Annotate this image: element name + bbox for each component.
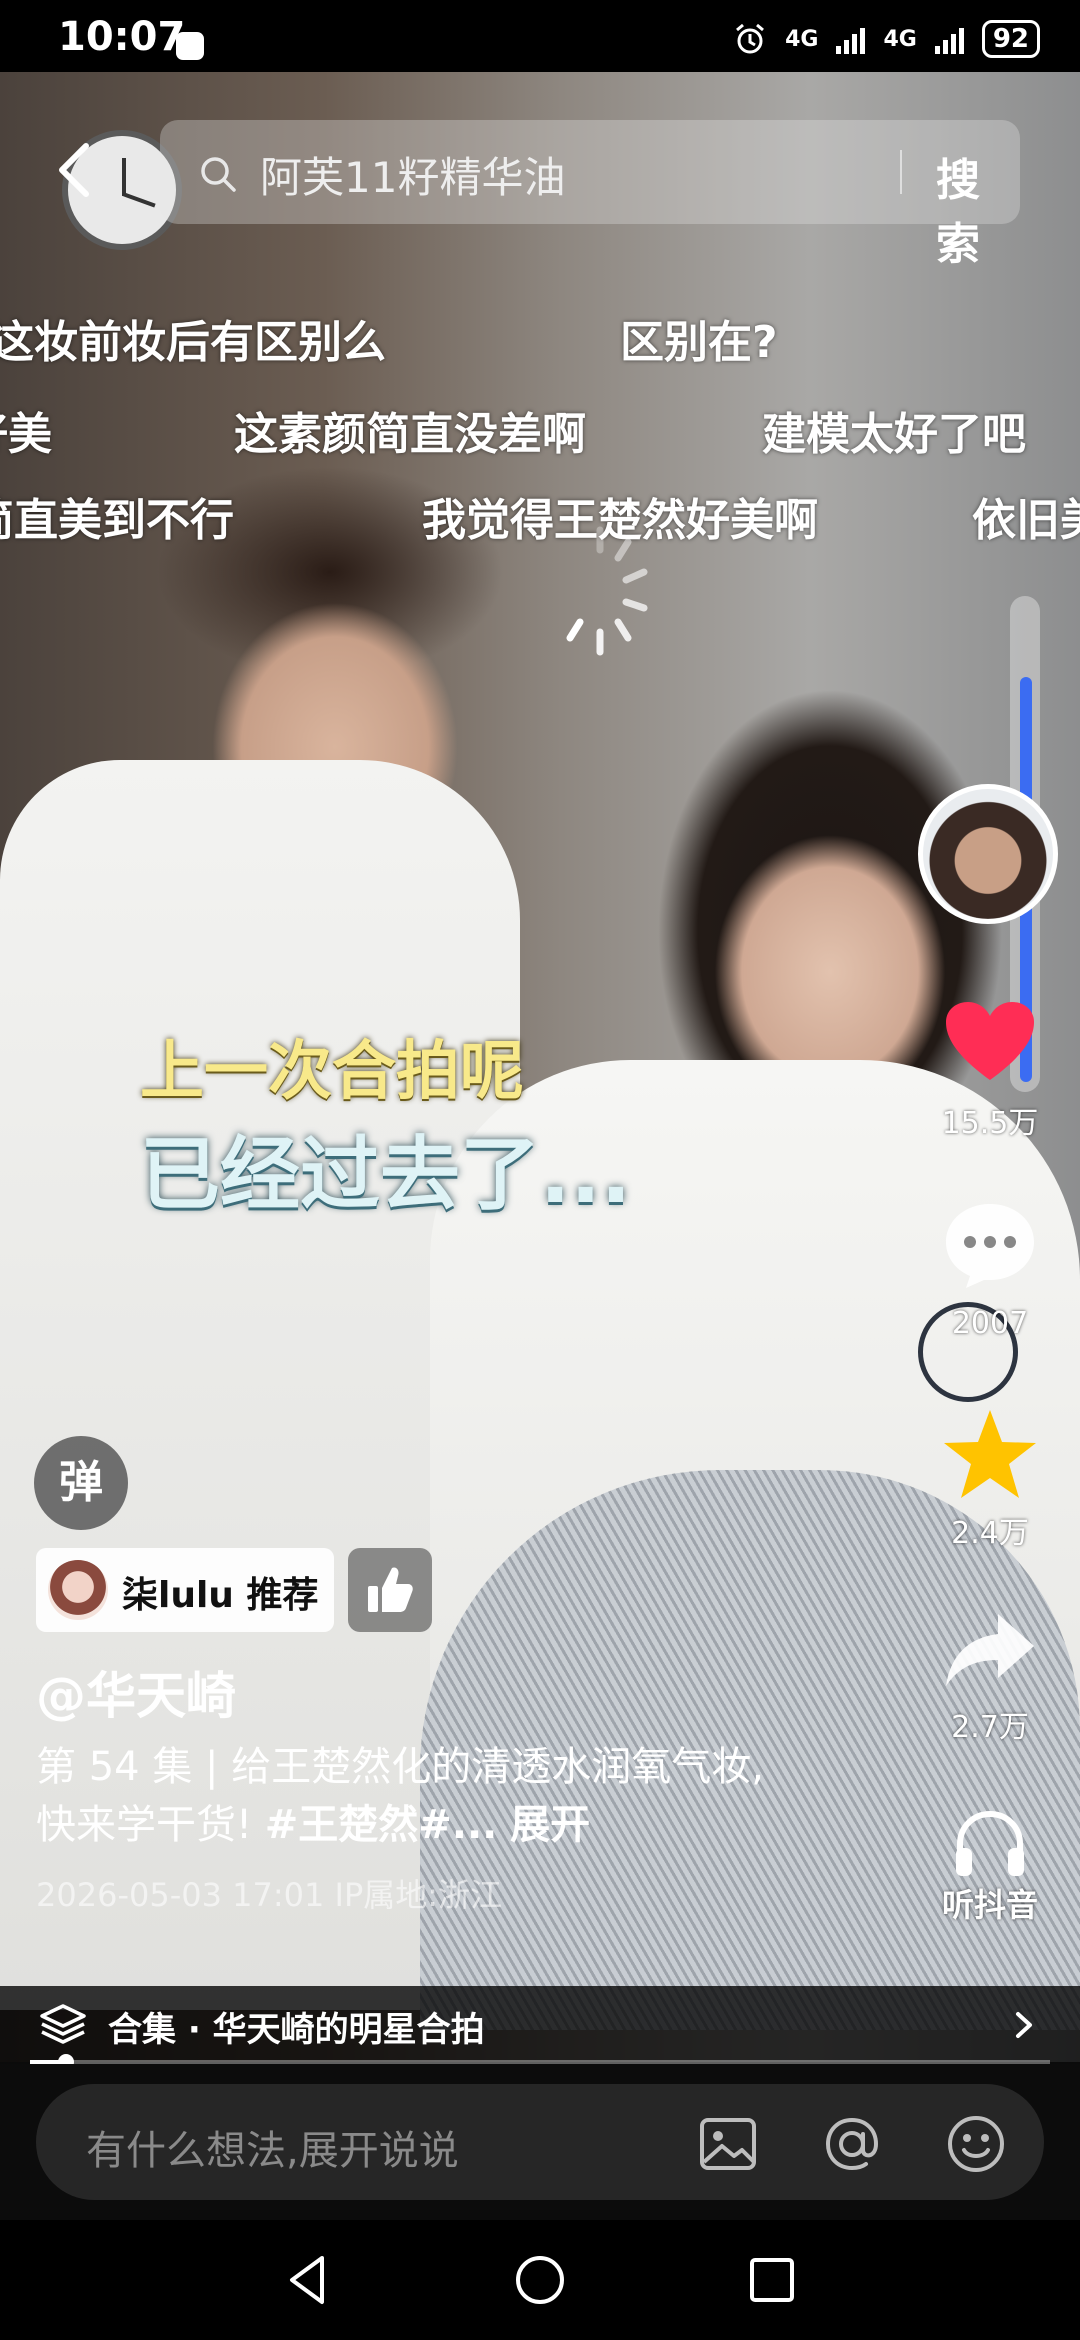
like-count: 15.5万 xyxy=(941,1106,1039,1141)
collection-label: 合集 · 华天崎的明星合拍 xyxy=(108,2010,485,2050)
comment-count: 2007 xyxy=(951,1306,1029,1341)
headphones-icon[interactable] xyxy=(952,1808,1028,1880)
comment-input[interactable]: 有什么想法,展开说说 xyxy=(36,2084,1044,2200)
thumbs-up-icon xyxy=(368,1567,413,1612)
signal-icon xyxy=(836,24,866,54)
author-name[interactable]: @华天崎 xyxy=(36,1656,236,1728)
nav-home-icon[interactable] xyxy=(510,2250,570,2310)
search-button[interactable]: 搜索 xyxy=(936,144,1020,272)
video-description: 第 54 集 | 给王楚然化的清透水润氧气妆,快来学干货! #王楚然#... 展… xyxy=(36,1738,796,1854)
status-indicators: 4G 4G 92 xyxy=(733,20,1040,58)
video-subtitle-line-1: 上一次合拍呢 xyxy=(140,1035,524,1109)
chevron-right-icon xyxy=(1016,2012,1032,2038)
image-icon[interactable] xyxy=(696,2112,760,2176)
collection-bar[interactable]: 合集 · 华天崎的明星合拍 xyxy=(0,1986,1080,2062)
at-icon[interactable] xyxy=(820,2112,884,2176)
danmaku-comment: 简直美到不行 xyxy=(0,495,234,546)
network-label-1: 4G xyxy=(785,26,819,52)
recommender-avatar xyxy=(48,1560,108,1620)
author-avatar[interactable] xyxy=(918,784,1058,924)
search-bar[interactable]: 阿芙11籽精华油 搜索 xyxy=(160,120,1020,270)
douyin-video-screen: 10:07 4G 4G 92 阿芙11籽精华油 搜索 这妆前妆后有区别么 区别在… xyxy=(0,0,1080,2340)
danmaku-comment: 区别在? xyxy=(620,317,778,368)
listen-label[interactable]: 听抖音 xyxy=(920,1880,1060,1926)
video-subtitle-line-2: 已经过去了... xyxy=(140,1128,632,1221)
notification-app-icon xyxy=(176,32,204,60)
danmaku-comment: 这妆前妆后有区别么 xyxy=(0,317,386,368)
danmaku-comment: 这素颜简直没差啊 xyxy=(234,409,586,460)
loading-spinner-icon xyxy=(566,526,648,656)
search-divider xyxy=(900,150,902,194)
search-query[interactable]: 阿芙11籽精华油 xyxy=(260,144,565,205)
search-icon xyxy=(201,157,236,192)
back-icon xyxy=(59,143,89,197)
recommend-like-button[interactable] xyxy=(348,1548,432,1632)
status-time: 10:07 xyxy=(58,14,186,60)
danmaku-comment: 建模太好了吧 xyxy=(762,409,1026,460)
nav-back-icon[interactable] xyxy=(278,2250,338,2310)
danmaku-comment: 依旧美 xyxy=(972,495,1080,546)
heart-icon[interactable] xyxy=(944,1000,1036,1084)
danmaku-toggle-button[interactable]: 弹 xyxy=(34,1436,128,1530)
system-nav-bar xyxy=(0,2220,1080,2340)
star-icon[interactable] xyxy=(940,1406,1040,1502)
alarm-icon xyxy=(736,23,765,54)
share-count: 2.7万 xyxy=(951,1710,1029,1745)
comment-icon[interactable] xyxy=(942,1200,1038,1290)
expand-button[interactable]: 展开 xyxy=(510,1802,590,1848)
back-button[interactable] xyxy=(50,140,100,200)
emoji-icon[interactable] xyxy=(944,2112,1008,2176)
danmaku-comment: 好美 xyxy=(0,409,52,460)
battery-indicator: 92 xyxy=(981,20,1040,58)
comment-placeholder: 有什么想法,展开说说 xyxy=(86,2128,459,2174)
hashtag-link[interactable]: #王楚然#... xyxy=(265,1802,498,1848)
post-meta: 2026-05-03 17:01 IP属地:浙江 xyxy=(36,1876,503,1914)
status-bar: 10:07 4G 4G 92 xyxy=(0,0,1080,72)
recommend-badge[interactable]: 柒lulu 推荐 xyxy=(36,1548,334,1632)
signal-icon xyxy=(934,24,964,54)
share-icon[interactable] xyxy=(942,1610,1038,1690)
network-label-2: 4G xyxy=(883,26,917,52)
recommend-label: 柒lulu 推荐 xyxy=(122,1575,319,1616)
layers-icon xyxy=(40,2004,86,2044)
favorite-count: 2.4万 xyxy=(951,1516,1029,1551)
nav-recents-icon[interactable] xyxy=(742,2250,802,2310)
